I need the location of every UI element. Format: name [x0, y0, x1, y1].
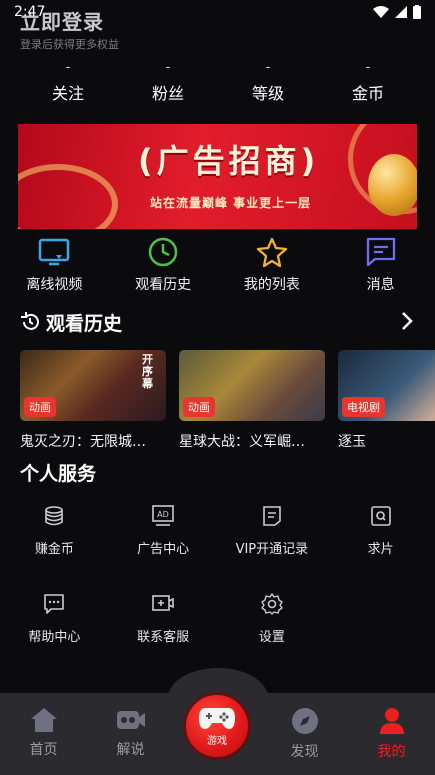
history-card-title: 鬼灭之刃：无限城… [20, 434, 146, 450]
status-icons [373, 5, 421, 19]
game-label: 游戏 [207, 735, 227, 747]
status-time: 2:47 [14, 4, 46, 20]
history-card-title: 星球大战：义军崛… [179, 434, 305, 450]
svg-text:AD: AD [157, 510, 169, 519]
service-label: 帮助中心 [28, 630, 81, 645]
history-card[interactable]: 电视剧 逐玉 [338, 350, 435, 451]
tab-label: 首页 [29, 742, 58, 758]
services-title: 个人服务 [20, 463, 97, 485]
history-clock-icon [145, 234, 181, 270]
contact-icon [151, 592, 175, 616]
commentary-icon [116, 711, 145, 729]
category-tag: 动画 [183, 397, 215, 417]
stat-value: - [265, 60, 271, 75]
stat-value: - [365, 60, 371, 75]
tab-home[interactable]: 首页 [0, 693, 87, 775]
service-settings[interactable]: 设置 [218, 592, 327, 680]
offline-video-icon [36, 234, 72, 270]
stat-follow[interactable]: - 关注 [18, 60, 118, 104]
stat-label: 粉丝 [151, 84, 184, 103]
category-tag: 动画 [24, 397, 56, 417]
history-title: 观看历史 [46, 312, 123, 335]
quick-messages[interactable]: 消息 [326, 234, 435, 294]
history-thumbnail: 电视剧 [338, 350, 435, 421]
history-thumbnail: 开序幕 动画 [20, 350, 166, 421]
tab-discover[interactable]: 发现 [261, 693, 348, 775]
help-chat-icon [42, 592, 66, 616]
banner-balloon [368, 154, 417, 216]
service-request[interactable]: 求片 [326, 504, 435, 592]
quick-history[interactable]: 观看历史 [109, 234, 218, 294]
stat-fans[interactable]: - 粉丝 [118, 60, 218, 104]
ad-icon: AD [151, 504, 175, 528]
game-button[interactable]: 游戏 [183, 692, 251, 760]
category-tag: 电视剧 [342, 397, 385, 417]
quick-my-list[interactable]: 我的列表 [218, 234, 327, 294]
stat-label: 等级 [251, 84, 284, 103]
tab-mine[interactable]: 我的 [348, 693, 435, 775]
user-stats: - 关注 - 粉丝 - 等级 - 金币 [18, 60, 418, 104]
gear-icon [260, 592, 284, 616]
gamepad-icon [199, 707, 235, 729]
tab-label: 发现 [290, 744, 319, 760]
history-icon [21, 312, 39, 330]
stat-label: 金币 [351, 84, 384, 103]
thumbnail-overlay-text: 开序幕 [142, 353, 153, 390]
stat-value: - [165, 60, 171, 75]
star-icon [254, 234, 290, 270]
quick-label: 观看历史 [135, 277, 192, 293]
service-label: 设置 [258, 630, 285, 645]
history-list: 开序幕 动画 鬼灭之刃：无限城… 动画 星球大战：义军崛… 电视剧 逐玉 [20, 350, 435, 460]
service-vip-record[interactable]: VIP开通记录 [218, 504, 327, 592]
service-label: 广告中心 [137, 542, 190, 557]
login-subtitle: 登录后获得更多权益 [20, 38, 119, 51]
banner-title: (广告招商) [138, 142, 320, 180]
status-bar: 2:47 [0, 0, 435, 24]
stat-level[interactable]: - 等级 [218, 60, 318, 104]
stat-label: 关注 [51, 84, 84, 103]
quick-actions: 离线视频 观看历史 我的列表 消息 [0, 234, 435, 294]
service-label: 赚金币 [34, 542, 74, 557]
quick-label: 我的列表 [243, 277, 300, 293]
user-icon [379, 708, 404, 734]
service-help-center[interactable]: 帮助中心 [0, 592, 109, 680]
services-grid: 赚金币 AD 广告中心 VIP开通记录 求片 帮助中心 联系客服 设置 [0, 504, 435, 680]
service-contact[interactable]: 联系客服 [109, 592, 218, 680]
signal-icon [395, 6, 407, 18]
ad-banner[interactable]: (广告招商) 站在流量巅峰 事业更上一层 [18, 124, 417, 229]
banner-subtitle: 站在流量巅峰 事业更上一层 [150, 196, 312, 210]
history-card[interactable]: 开序幕 动画 鬼灭之刃：无限城… [20, 350, 166, 451]
quick-label: 离线视频 [26, 277, 83, 293]
message-icon [363, 234, 399, 270]
quick-offline-video[interactable]: 离线视频 [0, 234, 109, 294]
wifi-icon [373, 6, 389, 18]
service-label: VIP开通记录 [235, 542, 309, 557]
discover-icon [291, 708, 318, 734]
battery-icon [413, 5, 421, 19]
history-thumbnail: 动画 [179, 350, 325, 421]
banner-decoration [18, 164, 118, 229]
tab-commentary[interactable]: 解说 [87, 693, 174, 775]
service-earn-coins[interactable]: 赚金币 [0, 504, 109, 592]
record-icon [260, 504, 284, 528]
stat-value: - [65, 60, 71, 75]
quick-label: 消息 [366, 277, 395, 293]
history-card-title: 逐玉 [338, 434, 366, 450]
home-icon [30, 708, 57, 732]
service-label: 求片 [367, 542, 394, 557]
coins-icon [42, 504, 66, 528]
request-icon [369, 504, 393, 528]
tab-label: 我的 [377, 744, 406, 760]
history-header[interactable]: 观看历史 [20, 308, 420, 336]
history-card[interactable]: 动画 星球大战：义军崛… [179, 350, 325, 451]
service-label: 联系客服 [137, 630, 190, 645]
service-ad-center[interactable]: AD 广告中心 [109, 504, 218, 592]
chevron-right-icon[interactable] [400, 310, 414, 332]
stat-coins[interactable]: - 金币 [318, 60, 418, 104]
tab-label: 解说 [116, 742, 145, 758]
